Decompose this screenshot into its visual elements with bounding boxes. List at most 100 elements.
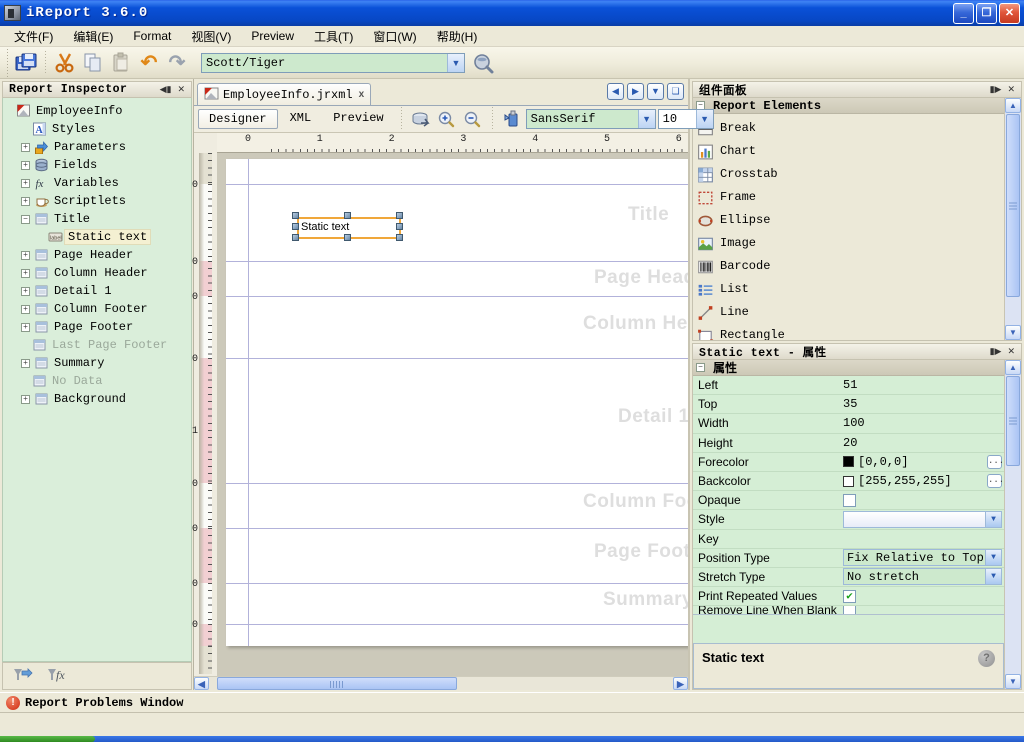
scroll-right-icon[interactable]: ▶: [673, 677, 688, 690]
scroll-thumb[interactable]: [1006, 114, 1020, 297]
format-tool-icon[interactable]: [500, 108, 524, 130]
palette-scrollbar[interactable]: ▲ ▼: [1004, 98, 1021, 340]
tree-item-variables[interactable]: +fxVariables: [3, 174, 191, 192]
undo-button[interactable]: ↶: [135, 50, 163, 76]
tab-close-icon[interactable]: x: [357, 89, 365, 100]
property-row-top[interactable]: Top35: [693, 395, 1004, 414]
property-row-key[interactable]: Key: [693, 530, 1004, 549]
property-row-height[interactable]: Height20: [693, 434, 1004, 453]
start-button[interactable]: [0, 736, 95, 742]
property-row-print-repeated-values[interactable]: Print Repeated Values✔: [693, 587, 1004, 606]
chevron-down-icon[interactable]: ▼: [985, 512, 1001, 527]
expand-icon[interactable]: +: [21, 251, 30, 260]
band-separator-line[interactable]: [226, 624, 688, 625]
tree-item-fields[interactable]: +Fields: [3, 156, 191, 174]
help-icon[interactable]: ?: [978, 650, 995, 667]
palette-item-ellipse[interactable]: Ellipse: [695, 208, 851, 231]
collapse-icon[interactable]: −: [21, 215, 30, 224]
menu-item-1[interactable]: 编辑(E): [63, 26, 123, 47]
tree-item-page-footer[interactable]: +Page Footer: [3, 318, 191, 336]
properties-scrollbar[interactable]: ▲ ▼: [1004, 360, 1021, 689]
tree-item-column-header[interactable]: +Column Header: [3, 264, 191, 282]
property-checkbox[interactable]: ✔: [843, 590, 856, 603]
redo-button[interactable]: ↷: [163, 50, 191, 76]
property-row-position-type[interactable]: Position TypeFix Relative to Top▼: [693, 549, 1004, 568]
connection-combobox[interactable]: Scott/Tiger ▼: [201, 53, 465, 73]
menu-item-7[interactable]: 帮助(H): [427, 26, 488, 47]
view-button-designer[interactable]: Designer: [198, 109, 278, 129]
tree-item-last-page-footer[interactable]: Last Page Footer: [3, 336, 191, 354]
pages-stack-icon[interactable]: [409, 108, 433, 130]
resize-handle[interactable]: [396, 234, 403, 241]
tree-item-title[interactable]: −Title: [3, 210, 191, 228]
tree-item-detail-1[interactable]: +Detail 1: [3, 282, 191, 300]
properties-section-bar[interactable]: − 属性: [693, 360, 1004, 376]
property-row-style[interactable]: Style▼: [693, 510, 1004, 529]
scroll-up-icon[interactable]: ▲: [1005, 98, 1021, 113]
horizontal-scrollbar[interactable]: ◀ ▶: [194, 676, 688, 690]
paste-button[interactable]: [107, 50, 135, 76]
collapse-icon[interactable]: −: [696, 363, 705, 372]
scroll-thumb[interactable]: [1006, 376, 1020, 466]
tree-item-scriptlets[interactable]: +Scriptlets: [3, 192, 191, 210]
scroll-up-icon[interactable]: ▲: [1005, 360, 1021, 375]
expand-icon[interactable]: +: [21, 287, 30, 296]
palette-item-barcode[interactable]: Barcode: [695, 254, 851, 277]
tab-employeeinfo-jrxml[interactable]: EmployeeInfo.jrxml x: [197, 83, 371, 105]
tree-item-background[interactable]: +Background: [3, 390, 191, 408]
expand-icon[interactable]: +: [21, 359, 30, 368]
property-dropdown[interactable]: No stretch▼: [843, 568, 1002, 585]
expand-icon[interactable]: +: [21, 269, 30, 278]
tree-item-summary[interactable]: +Summary: [3, 354, 191, 372]
color-picker-button[interactable]: ...: [987, 474, 1002, 488]
tree-item-no-data[interactable]: No Data: [3, 372, 191, 390]
palette-item-image[interactable]: Image: [695, 231, 851, 254]
zoom-out-icon[interactable]: [461, 108, 485, 130]
chevron-down-icon[interactable]: ▼: [696, 110, 713, 128]
scroll-thumb[interactable]: [217, 677, 457, 690]
palette-item-frame[interactable]: Frame: [695, 185, 851, 208]
tab-list-dropdown-icon[interactable]: ▼: [647, 83, 664, 100]
copy-button[interactable]: [79, 50, 107, 76]
expand-icon[interactable]: +: [21, 161, 30, 170]
menu-item-4[interactable]: Preview: [241, 27, 304, 45]
property-dropdown[interactable]: Fix Relative to Top▼: [843, 549, 1002, 566]
scroll-down-icon[interactable]: ▼: [1005, 674, 1021, 689]
band-separator-line[interactable]: [226, 583, 688, 584]
property-checkbox[interactable]: [843, 494, 856, 507]
expand-icon[interactable]: +: [21, 179, 30, 188]
band-separator-line[interactable]: [226, 358, 688, 359]
resize-handle[interactable]: [344, 212, 351, 219]
view-button-xml[interactable]: XML: [280, 109, 322, 129]
expand-icon[interactable]: +: [21, 197, 30, 206]
tree-item-column-footer[interactable]: +Column Footer: [3, 300, 191, 318]
property-row-forecolor[interactable]: Forecolor[0,0,0]...: [693, 453, 1004, 472]
minimize-button[interactable]: _: [953, 3, 974, 24]
pin-panel-icon[interactable]: ▮▶: [987, 82, 1005, 97]
scroll-tabs-left-icon[interactable]: ◀: [607, 83, 624, 100]
view-button-preview[interactable]: Preview: [323, 109, 393, 129]
band-separator-line[interactable]: [226, 261, 688, 262]
menu-item-3[interactable]: 视图(V): [181, 26, 241, 47]
close-panel-icon[interactable]: ✕: [1004, 344, 1018, 359]
parameters-filter-icon[interactable]: [13, 667, 33, 686]
status-text[interactable]: Report Problems Window: [25, 696, 183, 710]
tree-item-static-text[interactable]: labelStatic text: [3, 228, 191, 246]
zoom-in-icon[interactable]: [435, 108, 459, 130]
resize-handle[interactable]: [292, 223, 299, 230]
expand-icon[interactable]: +: [21, 323, 30, 332]
maximize-editor-icon[interactable]: ❏: [667, 83, 684, 100]
tree-item-employeeinfo[interactable]: EmployeeInfo: [3, 102, 191, 120]
property-value[interactable]: 20: [843, 436, 857, 450]
band-separator-line[interactable]: [226, 483, 688, 484]
palette-item-line[interactable]: Line: [695, 300, 851, 323]
resize-handle[interactable]: [292, 234, 299, 241]
property-checkbox[interactable]: [843, 606, 856, 615]
menu-item-2[interactable]: Format: [123, 27, 181, 45]
tree-item-page-header[interactable]: +Page Header: [3, 246, 191, 264]
palette-item-rectangle[interactable]: Rectangle: [695, 323, 851, 340]
font-combobox[interactable]: SansSerif ▼: [526, 109, 656, 129]
save-all-button[interactable]: [12, 50, 40, 76]
resize-handle[interactable]: [292, 212, 299, 219]
expand-icon[interactable]: +: [21, 305, 30, 314]
